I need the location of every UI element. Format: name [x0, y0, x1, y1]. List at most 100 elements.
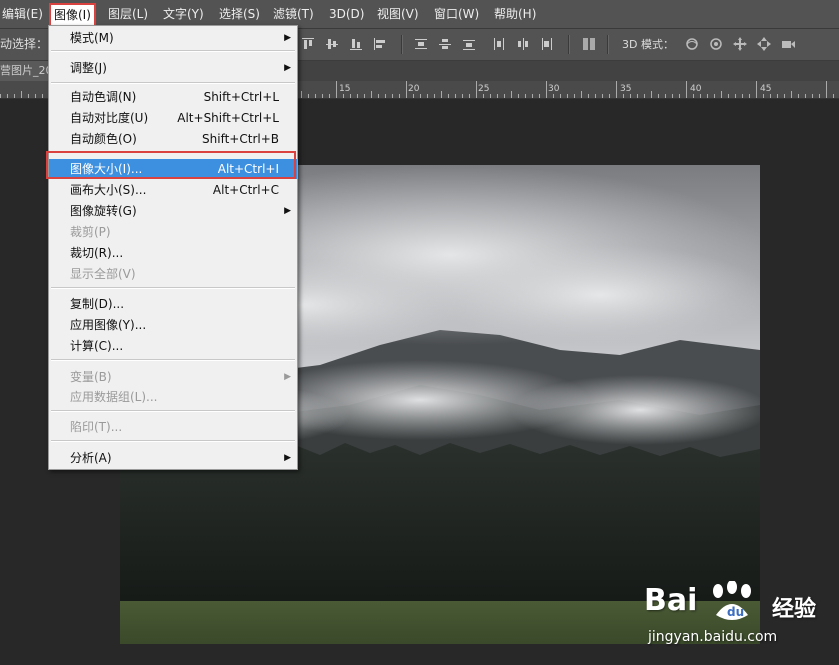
menu-item-label: 变量(B) [70, 370, 112, 384]
menu-item-label: 分析(A) [70, 451, 112, 465]
menu-item-canvas-size[interactable]: 画布大小(S)... Alt+Ctrl+C [49, 180, 297, 200]
menu-view[interactable]: 视图(V) [377, 0, 419, 28]
ruler-tick [798, 94, 799, 98]
watermark-url: jingyan.baidu.com [648, 629, 778, 645]
menu-type[interactable]: 文字(Y) [163, 0, 204, 28]
menu-item-auto-color[interactable]: 自动颜色(O) Shift+Ctrl+B [49, 129, 297, 149]
auto-align-icon[interactable] [581, 36, 597, 52]
menu-help[interactable]: 帮助(H) [494, 0, 536, 28]
ruler-label: 30 [548, 84, 560, 94]
menu-item-calculations[interactable]: 计算(C)... [49, 336, 297, 356]
ruler-tick [329, 94, 330, 98]
ruler-tick [476, 81, 477, 98]
menu-item-adjust[interactable]: 调整(J) ▶ [49, 58, 297, 78]
align-bottom-icon[interactable] [348, 36, 364, 52]
ruler-tick [14, 94, 15, 98]
mode3d-label: 3D 模式： [622, 38, 674, 51]
ruler-tick [350, 94, 351, 98]
distribute-right-icon[interactable] [539, 36, 555, 52]
ruler-tick [469, 94, 470, 98]
ruler-tick [658, 94, 659, 98]
menu-select[interactable]: 选择(S) [219, 0, 260, 28]
ruler-label: 20 [408, 84, 420, 94]
ruler-label: 45 [760, 84, 772, 94]
menu-item-label: 模式(M) [70, 31, 114, 45]
distribute-bottom-icon[interactable] [461, 36, 477, 52]
ruler-tick [343, 94, 344, 98]
menu-item-label: 应用图像(Y)... [70, 318, 147, 332]
menu-item-trap[interactable]: 陷印(T)... [49, 417, 297, 437]
ruler-tick [672, 94, 673, 98]
menu-item-shortcut: Shift+Ctrl+B [202, 132, 279, 146]
ruler-tick [770, 94, 771, 98]
separator [401, 35, 403, 54]
ruler-tick [812, 94, 813, 98]
menu-image[interactable]: 图像(I) [49, 3, 96, 27]
distribute-top-icon[interactable] [413, 36, 429, 52]
align-vcenter-icon[interactable] [324, 36, 340, 52]
annotation-highlight-box [46, 151, 296, 179]
ruler-tick [427, 94, 428, 98]
submenu-arrow-icon: ▶ [284, 63, 291, 73]
ruler-label: 35 [620, 84, 632, 94]
document-tab-title: 营图片_20 [0, 64, 53, 77]
ruler-tick [322, 94, 323, 98]
ruler-tick [392, 94, 393, 98]
ruler-label: 40 [690, 84, 702, 94]
menu-item-label: 自动对比度(U) [70, 111, 149, 125]
ruler-tick [525, 94, 526, 98]
align-left-icon[interactable] [372, 36, 388, 52]
ruler-tick [336, 81, 337, 98]
orbit-3d-icon[interactable] [684, 36, 700, 52]
ruler-tick [35, 94, 36, 98]
watermark-brand: Bai [644, 583, 698, 618]
ruler-tick [371, 91, 372, 98]
distribute-vcenter-icon[interactable] [437, 36, 453, 52]
slide-3d-icon[interactable] [756, 36, 772, 52]
menu-filter[interactable]: 滤镜(T) [273, 0, 314, 28]
distribute-left-icon[interactable] [491, 36, 507, 52]
menu-item-mode[interactable]: 模式(M) ▶ [49, 28, 297, 48]
ruler-tick [21, 91, 22, 98]
menu-item-shortcut: Shift+Ctrl+L [203, 90, 279, 104]
menu-item-variables[interactable]: 变量(B) ▶ [49, 367, 297, 387]
ruler-tick [483, 94, 484, 98]
menu-item-apply-image[interactable]: 应用图像(Y)... [49, 315, 297, 335]
ruler-tick [581, 91, 582, 98]
menu-separator [51, 287, 295, 289]
roll-3d-icon[interactable] [708, 36, 724, 52]
ruler-tick [651, 91, 652, 98]
ruler-tick [441, 91, 442, 98]
menu-item-auto-contrast[interactable]: 自动对比度(U) Alt+Shift+Ctrl+L [49, 108, 297, 128]
camera-3d-icon[interactable] [780, 36, 796, 52]
ruler-tick [728, 94, 729, 98]
menu-item-crop[interactable]: 裁剪(P) [49, 222, 297, 242]
ruler-tick [490, 94, 491, 98]
distribute-hcenter-icon[interactable] [515, 36, 531, 52]
pan-3d-icon[interactable] [732, 36, 748, 52]
ruler-label: 25 [478, 84, 490, 94]
menu-item-label: 自动色调(N) [70, 90, 137, 104]
ruler-tick [357, 94, 358, 98]
align-top-icon[interactable] [300, 36, 316, 52]
ruler-tick [707, 94, 708, 98]
ruler-tick [364, 94, 365, 98]
menu-item-reveal-all[interactable]: 显示全部(V) [49, 264, 297, 284]
menu-window[interactable]: 窗口(W) [434, 0, 479, 28]
menu-item-apply-data-set[interactable]: 应用数据组(L)... [49, 387, 297, 407]
menu-item-analysis[interactable]: 分析(A) ▶ [49, 448, 297, 468]
menu-item-trim[interactable]: 裁切(R)... [49, 243, 297, 263]
menu-3d[interactable]: 3D(D) [329, 0, 364, 28]
ruler-tick [749, 94, 750, 98]
ruler-tick [532, 94, 533, 98]
menu-item-image-rotation[interactable]: 图像旋转(G) ▶ [49, 201, 297, 221]
auto-select-label: 动选择： [0, 37, 49, 51]
ruler-label: 15 [339, 84, 351, 94]
menu-edit[interactable]: 编辑(E) [2, 0, 43, 28]
menu-layer[interactable]: 图层(L) [108, 0, 148, 28]
menu-item-label: 裁剪(P) [70, 225, 111, 239]
ruler-tick [819, 94, 820, 98]
menu-item-auto-tone[interactable]: 自动色调(N) Shift+Ctrl+L [49, 87, 297, 107]
menu-item-duplicate[interactable]: 复制(D)... [49, 294, 297, 314]
image-menu-dropdown: 模式(M) ▶ 调整(J) ▶ 自动色调(N) Shift+Ctrl+L 自动对比度(… [48, 25, 298, 470]
